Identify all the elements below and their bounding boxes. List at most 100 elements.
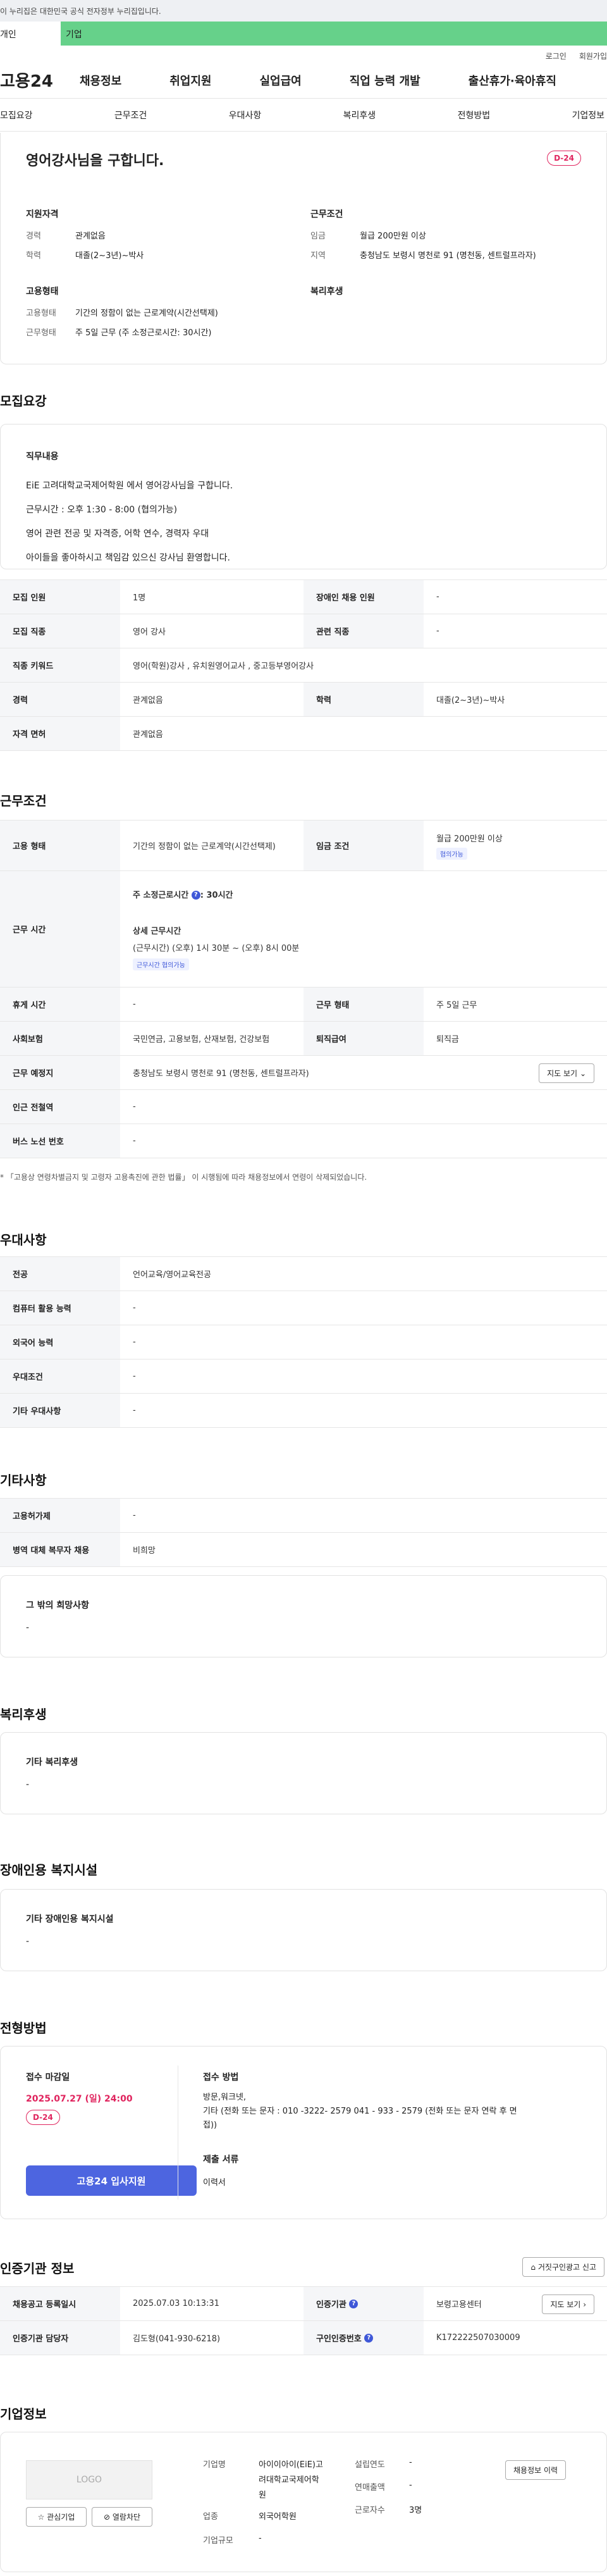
- cert-table: 채용공고 등록일시 2025.07.03 10:13:31 인증기관 ? 보령고…: [0, 2286, 607, 2355]
- job-line: EiE 고려대학교국제어학원 에서 영어강사님을 구합니다.: [26, 481, 233, 491]
- help-icon[interactable]: ?: [349, 2299, 359, 2308]
- table-key: 모집 인원: [0, 580, 120, 614]
- table-row: 채용공고 등록일시 2025.07.03 10:13:31 인증기관 ? 보령고…: [0, 2287, 607, 2321]
- workcond-title: 근무조건: [0, 793, 47, 808]
- favorite-company-button[interactable]: ☆ 관심기업: [26, 2507, 87, 2527]
- prefer-title: 우대사항: [0, 1232, 47, 1248]
- label: 고용형태: [26, 309, 56, 318]
- table-key: 학력: [304, 683, 424, 716]
- table-key: 퇴직급여: [304, 1022, 424, 1055]
- help-icon[interactable]: ?: [364, 2333, 374, 2343]
- value: 충청남도 보령시 명천로 91 (명천동, 센트럴프라자): [360, 251, 536, 261]
- table-value: -: [133, 1303, 136, 1313]
- dday-badge: D-24: [26, 2110, 60, 2125]
- tab-personal[interactable]: 개인: [0, 22, 61, 46]
- table-key: 인증기관 ?: [304, 2287, 424, 2320]
- table-key: 경력: [0, 683, 120, 716]
- help-icon[interactable]: ?: [191, 891, 200, 900]
- table-value: 언어교육/영어교육전공: [133, 1270, 211, 1280]
- label: 연매출액: [355, 2483, 385, 2492]
- subnav-benefit[interactable]: 복리후생: [343, 109, 376, 121]
- gov-banner: 이 누리집은 대한민국 공식 전자정부 누리집입니다.: [0, 0, 607, 22]
- dday-badge: D-24: [547, 151, 581, 166]
- facility-card: 기타 장애인용 복지시설 -: [0, 1889, 607, 1971]
- table-value: -: [133, 1102, 136, 1112]
- deadline-label: 접수 마감일: [26, 2072, 70, 2083]
- job-history-button[interactable]: 채용정보 이력: [505, 2460, 567, 2480]
- table-key: 인증기관 담당자: [0, 2321, 120, 2355]
- table-value: 퇴직금: [436, 1035, 459, 1044]
- table-value: 영어(학원)강사 , 유치원영어교사 , 중고등부영어강사: [133, 662, 314, 671]
- block-company-button[interactable]: ⊘ 열람차단: [92, 2507, 152, 2527]
- map-button[interactable]: 지도 보기 ⌄: [539, 1063, 594, 1083]
- gnb-item-training[interactable]: 직업 능력 개발: [350, 72, 420, 89]
- apply-button[interactable]: 고용24 입사지원: [26, 2165, 197, 2196]
- table-row: 근무 시간 주 소정근로시간 ?: 30시간 상세 근무시간 (근무시간) (오…: [0, 871, 607, 988]
- table-row: 인증기관 담당자 김도형(041-930-6218) 구인인증번호 ? K172…: [0, 2321, 607, 2355]
- job-description-text: EiE 고려대학교국제어학원 에서 영어강사님을 구합니다. 근무시간 : 오후…: [26, 474, 233, 570]
- table-row: 근무 예정지 충청남도 보령시 명천로 91 (명천동, 센트럴프라자) 지도 …: [0, 1056, 607, 1090]
- founded-value: -: [409, 2458, 412, 2467]
- table-row: 병역 대체 복무자 채용 비희망: [0, 1533, 607, 1567]
- subnav-company[interactable]: 기업정보: [572, 109, 604, 121]
- table-value: 2025.07.03 10:13:31: [133, 2299, 219, 2308]
- benefit-heading: 기타 복리후생: [26, 1757, 78, 1768]
- table-row: 휴게 시간 - 근무 형태 주 5일 근무: [0, 988, 607, 1022]
- tab-company[interactable]: 기업: [61, 22, 607, 46]
- process-card: 접수 마감일 2025.07.27 (일) 24:00 D-24 고용24 입사…: [0, 2046, 607, 2219]
- signup-link[interactable]: 회원가입: [579, 51, 607, 62]
- age-notice: * 「고용상 연령차별금지 및 고령자 고용촉진에 관한 법률」 이 시행됨에 …: [0, 1173, 367, 1182]
- weekly-hours: 주 소정근로시간 ?: 30시간: [133, 890, 233, 900]
- login-link[interactable]: 로그인: [546, 51, 567, 62]
- table-value: 관계없음: [133, 730, 163, 740]
- revenue-value: -: [409, 2480, 412, 2490]
- label: 학력: [26, 251, 41, 261]
- table-row: 경력 관계없음 학력 대졸(2~3년)~박사: [0, 683, 607, 717]
- site-logo[interactable]: 고용24: [0, 68, 57, 92]
- report-fake-ad-button[interactable]: ⌂ 거짓구인광고 신고: [522, 2257, 604, 2277]
- section-subnav: 모집요강 근무조건 우대사항 복리후생 전형방법 기업정보: [0, 99, 607, 132]
- table-key: 고용 형태: [0, 820, 120, 870]
- work-place-value: 충청남도 보령시 명천로 91 (명천동, 센트럴프라자): [133, 1069, 309, 1079]
- detail-hours-label: 상세 근무시간: [133, 926, 181, 936]
- table-value: 기간의 정함이 없는 근로계약(시간선택제): [133, 842, 276, 851]
- docs-value: 이력서: [203, 2178, 226, 2188]
- table-key: 사회보험: [0, 1022, 120, 1055]
- negotiable-tag: 협의가능: [436, 847, 467, 860]
- cert-map-button[interactable]: 지도 보기 ›: [542, 2294, 594, 2314]
- gnb-item-leave[interactable]: 출산휴가·육아휴직: [469, 72, 556, 89]
- subnav-process[interactable]: 전형방법: [458, 109, 491, 121]
- table-value: -: [133, 1000, 136, 1009]
- value: 월급 200만원 이상: [360, 232, 426, 241]
- qualification-heading: 지원자격: [26, 209, 59, 220]
- subnav-prefer[interactable]: 우대사항: [229, 109, 262, 121]
- global-nav: 고용24 채용정보 취업지원 실업급여 직업 능력 개발 출산휴가·육아휴직: [0, 62, 607, 99]
- table-value: 1명: [133, 593, 146, 603]
- table-row: 외국어 능력 -: [0, 1325, 607, 1359]
- job-summary-card: 영어강사님을 구합니다. D-24 지원자격 경력 관계없음 학력 대졸(2~3년)…: [0, 133, 607, 364]
- util-links: 로그인 회원가입: [0, 46, 607, 62]
- gnb-item-jobs[interactable]: 채용정보: [80, 72, 121, 89]
- employment-heading: 고용형태: [26, 287, 59, 297]
- table-key: 장애인 채용 인원: [304, 580, 424, 614]
- gnb-item-support[interactable]: 취업지원: [169, 72, 211, 89]
- subnav-recruit[interactable]: 모집요강: [0, 109, 33, 121]
- table-key: 전공: [0, 1257, 120, 1291]
- job-line: 아이들을 좋아하시고 책임감 있으신 강사님 환영합니다.: [26, 553, 230, 563]
- table-row: 버스 노선 번호 -: [0, 1124, 607, 1158]
- condition-heading: 근무조건: [310, 209, 343, 220]
- label: 근로자수: [355, 2506, 385, 2515]
- table-row: 모집 직종 영어 강사 관련 직종 -: [0, 614, 607, 648]
- recruit-title: 모집요강: [0, 393, 47, 409]
- table-key: 버스 노선 번호: [0, 1124, 120, 1158]
- gnb-item-unemployment[interactable]: 실업급여: [260, 72, 302, 89]
- table-key: 관련 직종: [304, 614, 424, 648]
- table-key: 임금 조건: [304, 820, 424, 870]
- etc-table: 고용허가제 - 병역 대체 복무자 채용 비희망: [0, 1498, 607, 1567]
- size-value: -: [259, 2534, 262, 2543]
- table-key: 근무 형태: [304, 988, 424, 1021]
- subnav-workcond[interactable]: 근무조건: [114, 109, 147, 121]
- workcond-table: 고용 형태 기간의 정함이 없는 근로계약(시간선택제) 임금 조건 월급 20…: [0, 820, 607, 1158]
- table-value: 국민연금, 고용보험, 산재보험, 건강보험: [133, 1035, 270, 1044]
- staff-value: 3명: [409, 2506, 422, 2515]
